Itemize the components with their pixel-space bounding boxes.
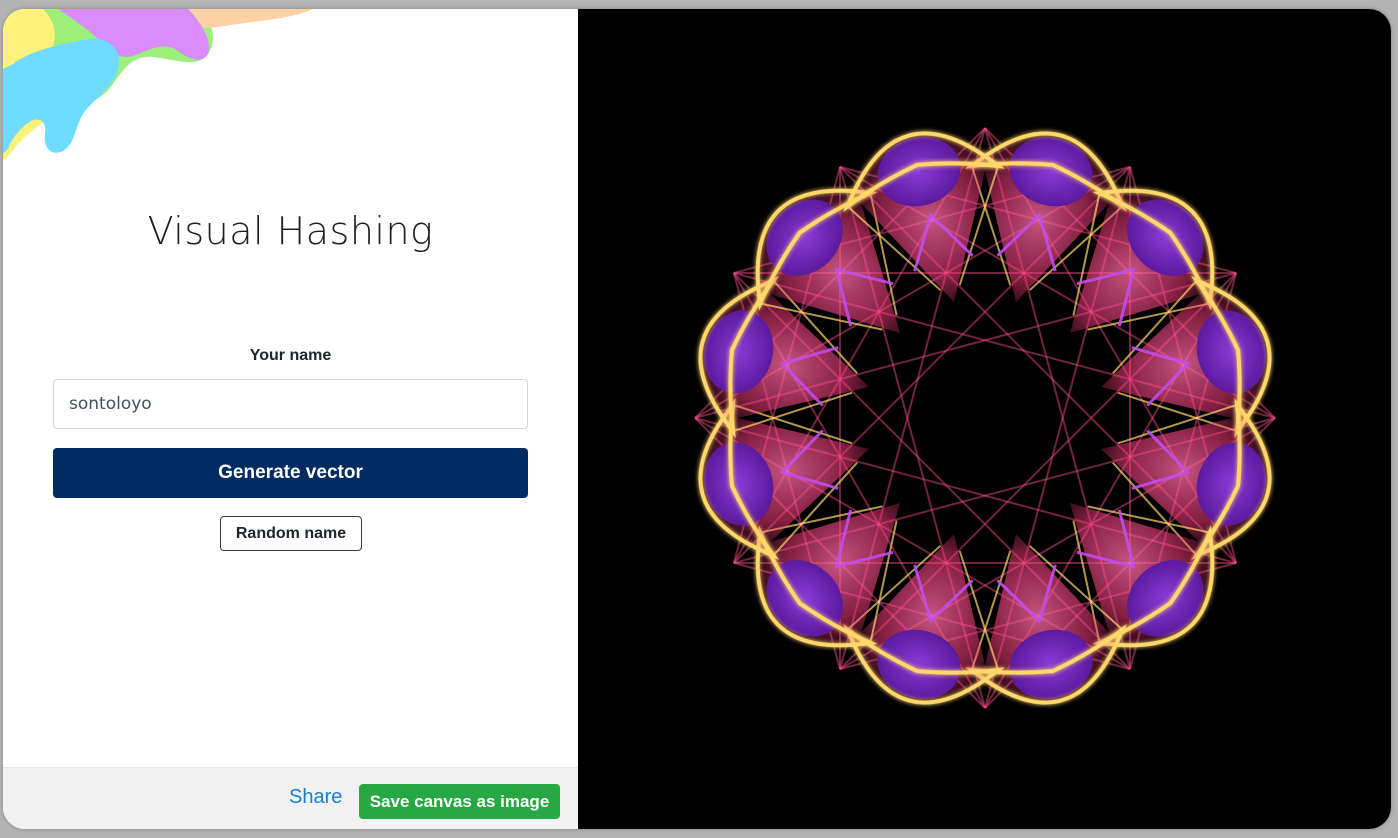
share-link[interactable]: Share: [289, 786, 342, 809]
generate-vector-button[interactable]: Generate vector: [53, 448, 528, 498]
app-window: Visual Hashing Your name Generate vector…: [3, 9, 1391, 829]
mandala-pattern: [694, 127, 1276, 709]
name-label: Your name: [249, 347, 332, 364]
page-title: Visual Hashing: [147, 209, 434, 253]
mandala-center: [937, 370, 1033, 466]
name-input[interactable]: [53, 379, 528, 429]
footer-bar: Share Save canvas as image: [3, 767, 578, 829]
save-canvas-button[interactable]: Save canvas as image: [359, 784, 560, 819]
control-panel: Visual Hashing Your name Generate vector…: [3, 9, 578, 829]
decorative-blobs: [3, 9, 313, 161]
random-name-button[interactable]: Random name: [220, 516, 362, 551]
hash-canvas: [578, 9, 1391, 829]
